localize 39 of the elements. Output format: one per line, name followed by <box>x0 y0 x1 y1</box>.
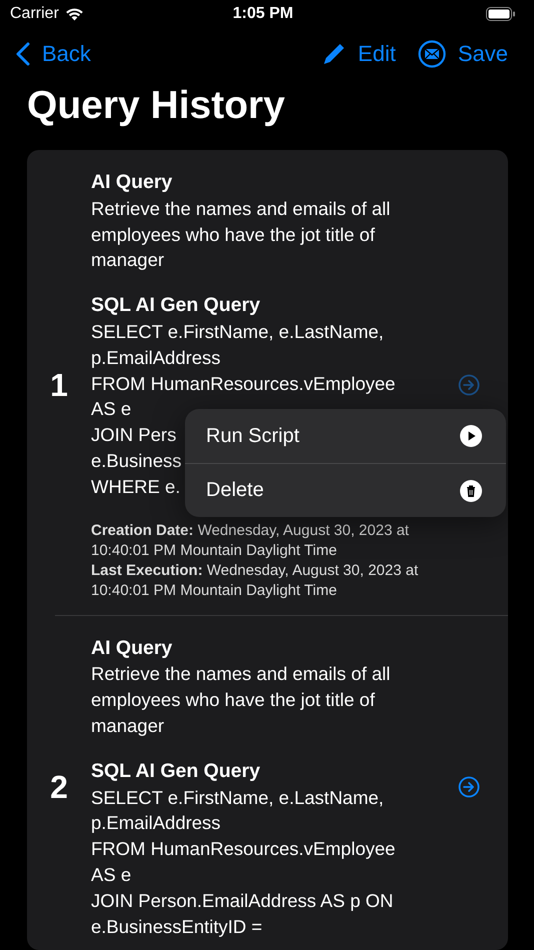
menu-item[interactable]: Delete <box>185 463 506 517</box>
wifi-icon <box>64 7 84 21</box>
section-heading: SQL AI Gen Query <box>91 758 260 784</box>
arrow-right-circle-icon[interactable] <box>458 776 480 798</box>
sql-line: p.EmailAddress <box>91 811 221 836</box>
menu-item[interactable]: Run Script <box>185 409 506 463</box>
clock-time: 1:05 PM <box>232 5 294 23</box>
chevron-left-icon <box>16 42 30 66</box>
battery-icon <box>486 7 516 21</box>
sql-line: FROM HumanResources.vEmployee <box>91 837 396 862</box>
row-number: 1 <box>50 366 68 404</box>
ai-query-text: Retrieve the names and emails of all employees who have the jot title of manager <box>91 196 392 272</box>
sql-line: SELECT e.FirstName, e.LastName, <box>91 320 384 344</box>
section-heading: AI Query <box>91 170 172 195</box>
date-text: Creation Date: Wednesday, August 30, 2023 at 10:40:01 PM Mountain Daylight Time <box>91 520 410 561</box>
edit-button[interactable]: Edit <box>322 40 396 68</box>
sql-line: JOIN Person.EmailAddress AS p ON <box>91 888 394 913</box>
sql-line: SELECT e.FirstName, e.LastName, <box>91 786 384 810</box>
sql-line: AS e <box>91 862 132 887</box>
sql-line: p.EmailAddress <box>91 346 221 370</box>
play-icon <box>460 425 482 447</box>
save-button[interactable]: Save <box>418 40 508 68</box>
section-heading: SQL AI Gen Query <box>91 293 260 318</box>
sql-line: e.Business <box>91 448 182 473</box>
envelope-icon <box>418 40 446 68</box>
sql-line: JOIN Pers <box>91 423 176 448</box>
row-number: 2 <box>50 768 68 806</box>
sql-line: e.BusinessEntityID = <box>91 914 262 939</box>
trash-icon <box>460 480 482 502</box>
ai-query-text: Retrieve the names and emails of all employees who have the jot title of manager <box>91 662 392 738</box>
page-title: Query History <box>27 84 285 128</box>
sql-line: FROM HumanResources.vEmployee <box>91 372 396 396</box>
sql-line: AS e <box>91 397 132 422</box>
back-button[interactable]: Back <box>16 41 91 67</box>
carrier-name: Carrier <box>10 5 59 23</box>
sql-line: WHERE e. <box>91 474 180 499</box>
pencil-icon <box>322 42 346 66</box>
section-heading: AI Query <box>91 636 172 661</box>
date-text: Last Execution: Wednesday, August 30, 2023 at 10:40:01 PM Mountain Daylight Time <box>91 560 420 601</box>
